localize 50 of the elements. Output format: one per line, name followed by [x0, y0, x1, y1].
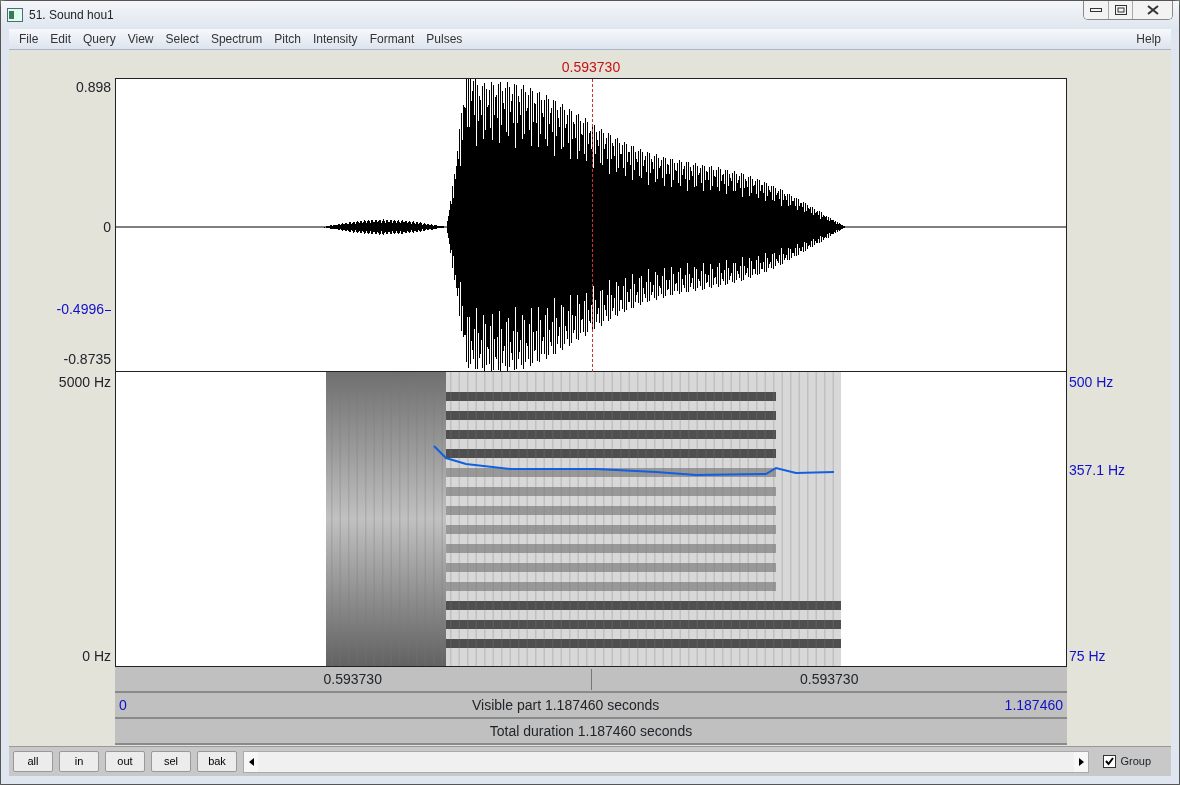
maximize-icon: [1114, 5, 1127, 15]
start-time: 0: [119, 695, 127, 715]
menu-item[interactable]: Select: [159, 30, 205, 48]
axis-label: 500 Hz: [1069, 374, 1114, 390]
close-icon: [1146, 5, 1159, 15]
window-title: 51. Sound hou1: [29, 7, 114, 24]
end-time: 1.187460: [1004, 695, 1063, 715]
close-button[interactable]: [1132, 1, 1172, 19]
minimize-button[interactable]: [1084, 1, 1108, 19]
scrollbar[interactable]: [243, 750, 1090, 773]
axis-label: 0 Hz: [82, 648, 111, 664]
menu-item[interactable]: Pitch: [268, 30, 307, 48]
menu-item[interactable]: File: [13, 30, 45, 48]
left-arrow-icon: [248, 757, 254, 766]
time-value: 0.593730: [800, 670, 859, 687]
zoom-button[interactable]: out: [105, 751, 145, 772]
axis-label: 0.898: [75, 79, 111, 95]
group-checkbox[interactable]: [1103, 755, 1117, 768]
axis-label: 75 Hz: [1069, 648, 1106, 664]
menu-item[interactable]: Formant: [363, 30, 421, 48]
help-menu[interactable]: Help: [1130, 30, 1167, 48]
total-bar[interactable]: Total duration 1.187460 seconds: [115, 719, 1067, 745]
visible-part-label: Visible part 1.187460 seconds: [472, 695, 660, 715]
axis-label: 5000 Hz: [58, 374, 111, 390]
axis-label: 357.1 Hz: [1069, 462, 1126, 478]
axis-label: -0.4996: [56, 301, 111, 317]
time-value: 0.593730: [323, 670, 382, 687]
menu-item[interactable]: Query: [77, 30, 122, 48]
scroll-left-button[interactable]: [244, 751, 258, 772]
axis-label: -0.8735: [63, 351, 111, 367]
app-icon: [7, 8, 23, 22]
group-label: Group: [1120, 754, 1151, 770]
menu-item[interactable]: Edit: [44, 30, 78, 48]
menu-item[interactable]: View: [121, 30, 160, 48]
menu-item[interactable]: Spectrum: [204, 30, 269, 48]
zoom-button[interactable]: sel: [151, 751, 191, 772]
menu-item[interactable]: Pulses: [420, 30, 469, 48]
total-duration-label: Total duration 1.187460 seconds: [489, 721, 693, 741]
maximize-button[interactable]: [1108, 1, 1132, 19]
check-icon: [1105, 757, 1115, 766]
menu-item[interactable]: Intensity: [306, 30, 364, 48]
scroll-right-button[interactable]: [1074, 751, 1089, 772]
right-arrow-icon: [1078, 757, 1084, 766]
zoom-button[interactable]: all: [13, 751, 53, 772]
zoom-button[interactable]: bak: [197, 751, 237, 772]
minimize-icon: [1090, 7, 1102, 13]
zoom-button[interactable]: in: [59, 751, 99, 772]
visible-bar[interactable]: 0 Visible part 1.187460 seconds 1.187460: [115, 693, 1067, 719]
cursor-time: 0.593730: [561, 58, 621, 77]
axis-label: 0: [103, 219, 111, 235]
